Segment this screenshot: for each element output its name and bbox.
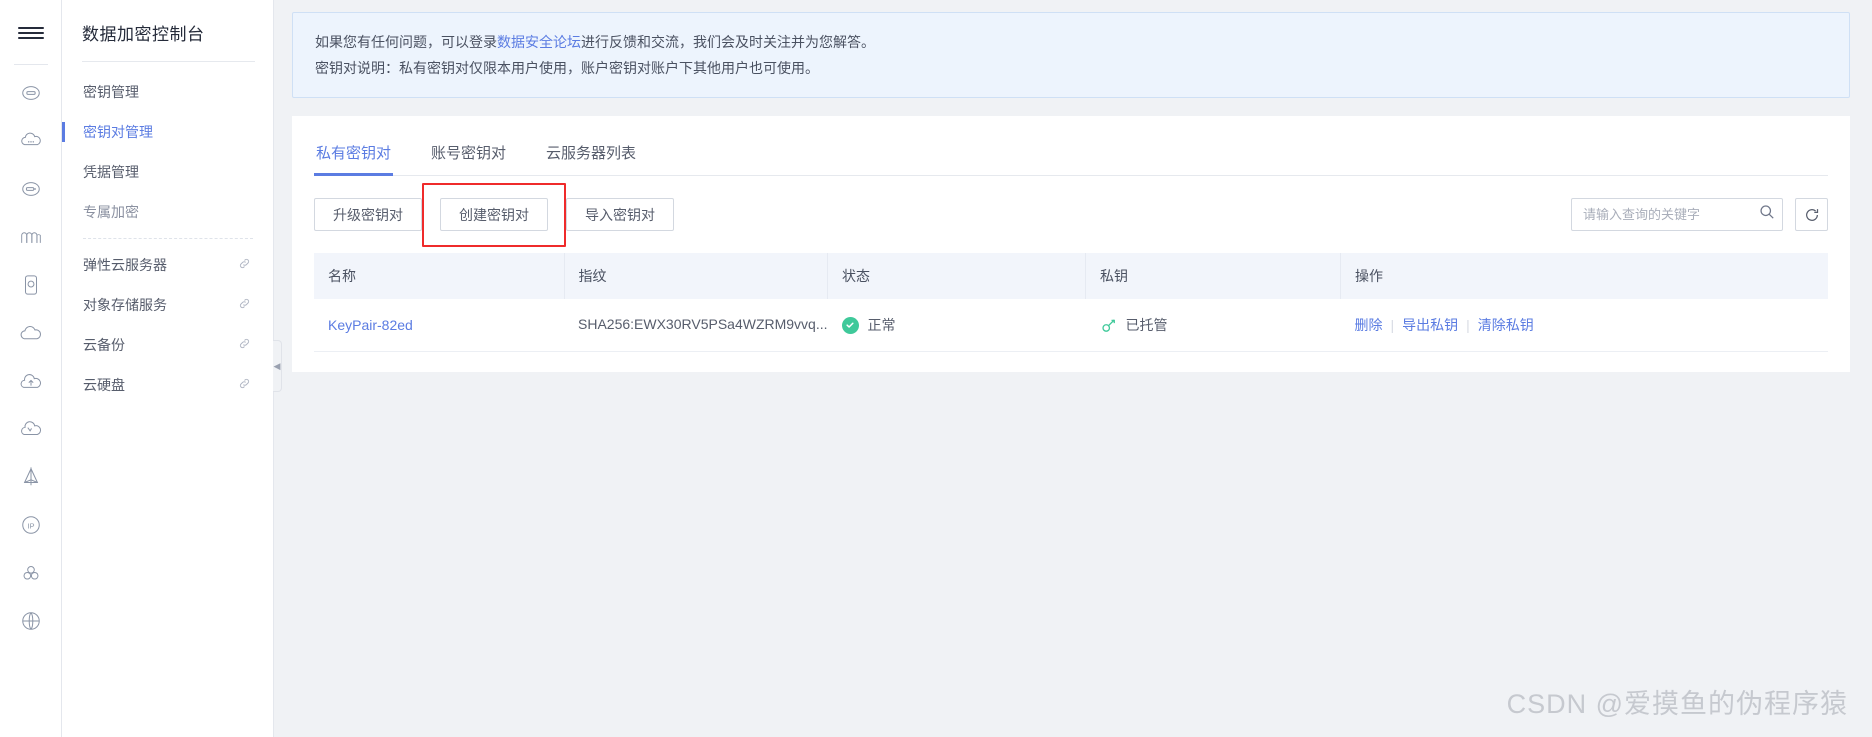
rail-divider	[13, 64, 48, 65]
cloud-arrow-icon[interactable]	[0, 411, 62, 447]
sidebar-item-dedicated-encryption[interactable]: 专属加密	[62, 192, 273, 232]
cell-private-key: 已托管	[1085, 299, 1341, 352]
search-box[interactable]	[1571, 198, 1783, 231]
column-header-status: 状态	[827, 253, 1087, 299]
key-icon	[1100, 317, 1117, 334]
column-header-private-key: 私钥	[1085, 253, 1342, 299]
sidebar-item-keypair-management[interactable]: 密钥对管理	[62, 112, 273, 152]
ip-circle-icon[interactable]: IP	[0, 507, 62, 543]
sidebar-item-label: 云硬盘	[83, 377, 125, 393]
external-link-icon	[238, 337, 251, 353]
action-separator: |	[1390, 317, 1395, 333]
column-header-operations: 操作	[1340, 253, 1828, 299]
sidebar-item-cloud-backup[interactable]: 云备份	[62, 325, 273, 365]
cell-fingerprint: SHA256:EWX30RV5PSa4WZRM9vvq...	[564, 299, 828, 352]
toolbar-right-group	[1571, 198, 1828, 231]
sidebar-item-label: 密钥管理	[83, 84, 139, 100]
device-cloud-icon[interactable]	[0, 267, 62, 303]
tab-private-keypair[interactable]: 私有密钥对	[314, 130, 394, 176]
private-key-text: 已托管	[1125, 317, 1168, 333]
create-keypair-button[interactable]: 创建密钥对	[440, 198, 548, 231]
sidebar-item-cloud-disk[interactable]: 云硬盘	[62, 365, 273, 405]
svg-text:IP: IP	[27, 521, 34, 530]
page-title: 数据加密控制台	[82, 25, 205, 44]
external-link-icon	[238, 377, 251, 393]
waveform-icon[interactable]	[0, 219, 62, 255]
column-header-name: 名称	[314, 253, 565, 299]
content-panel: 私有密钥对 账号密钥对 云服务器列表 升级密钥对 创建密钥对 导入密钥对 请输入…	[292, 116, 1850, 372]
cluster-icon[interactable]	[0, 555, 62, 591]
sidebar-item-label: 密钥对管理	[83, 124, 153, 140]
tab-bar: 私有密钥对 账号密钥对 云服务器列表	[314, 116, 1828, 176]
notice-line-2: 密钥对说明：私有密钥对仅限本用户使用，账户密钥对账户下其他用户也可使用。	[315, 60, 819, 76]
table-header: 名称 指纹 状态 私钥 操作	[314, 253, 1828, 299]
icon-rail: IP	[0, 0, 62, 737]
status-badge: 正常	[841, 315, 1086, 335]
action-clear-private-key[interactable]: 清除私钥	[1478, 317, 1534, 333]
tab-server-list[interactable]: 云服务器列表	[544, 130, 638, 175]
sidebar: 数据加密控制台 密钥管理 密钥对管理 凭据管理 专属加密 弹性云服务器 对象存储…	[62, 0, 282, 737]
main-content: 如果您有任何问题，可以登录数据安全论坛进行反馈和交流，我们会及时关注并为您解答。…	[274, 0, 1872, 737]
hamburger-menu-icon[interactable]	[0, 10, 62, 56]
import-keypair-button[interactable]: 导入密钥对	[566, 198, 674, 231]
cloud-storage-icon[interactable]	[0, 171, 62, 207]
keypair-name-link[interactable]: KeyPair-82ed	[328, 317, 413, 333]
keypair-table: 名称 指纹 状态 私钥 操作 KeyPair-82ed SHA256:EWX30…	[314, 253, 1828, 352]
notice-suffix: 进行反馈和交流，我们会及时关注并为您解答。	[581, 34, 875, 50]
action-delete[interactable]: 删除	[1355, 317, 1383, 333]
private-key-badge: 已托管	[1100, 315, 1341, 335]
sidebar-item-label: 专属加密	[83, 204, 139, 220]
column-header-fingerprint: 指纹	[564, 253, 829, 299]
external-link-icon	[238, 297, 251, 313]
cell-status: 正常	[827, 299, 1086, 352]
cell-operations: 删除 | 导出私钥 | 清除私钥	[1340, 299, 1828, 352]
sidebar-item-label: 凭据管理	[83, 164, 139, 180]
keypair-fingerprint: SHA256:EWX30RV5PSa4WZRM9vvq...	[578, 315, 828, 332]
notice-line-1: 如果您有任何问题，可以登录数据安全论坛进行反馈和交流，我们会及时关注并为您解答。	[315, 29, 1829, 55]
cloud-outline-icon[interactable]	[0, 315, 62, 351]
sidebar-divider	[82, 61, 255, 62]
sidebar-item-key-management[interactable]: 密钥管理	[62, 72, 273, 112]
toolbar: 升级密钥对 创建密钥对 导入密钥对	[314, 176, 1828, 247]
upgrade-keypair-button[interactable]: 升级密钥对	[314, 198, 422, 231]
watermark: CSDN @爱摸鱼的伪程序猿	[1506, 689, 1848, 719]
pyramid-icon[interactable]	[0, 459, 62, 495]
search-input[interactable]	[1583, 207, 1759, 222]
sidebar-item-ecs[interactable]: 弹性云服务器	[62, 245, 273, 285]
cloud-server-icon[interactable]	[0, 75, 62, 111]
table-header-row: 名称 指纹 状态 私钥 操作	[314, 253, 1828, 299]
table-body: KeyPair-82ed SHA256:EWX30RV5PSa4WZRM9vvq…	[314, 299, 1828, 352]
check-circle-icon	[841, 316, 859, 334]
cloud-dots-icon[interactable]	[0, 123, 62, 159]
external-link-icon	[238, 257, 251, 273]
sidebar-dashed-divider	[83, 238, 253, 239]
tab-account-keypair[interactable]: 账号密钥对	[429, 130, 508, 175]
cell-name: KeyPair-82ed	[314, 299, 564, 352]
row-actions: 删除 | 导出私钥 | 清除私钥	[1355, 315, 1828, 335]
sidebar-item-credential-management[interactable]: 凭据管理	[62, 152, 273, 192]
cloud-upload-icon[interactable]	[0, 363, 62, 399]
action-separator: |	[1466, 317, 1470, 333]
refresh-button[interactable]	[1795, 198, 1828, 231]
table-row: KeyPair-82ed SHA256:EWX30RV5PSa4WZRM9vvq…	[314, 299, 1828, 352]
sidebar-item-label: 对象存储服务	[83, 297, 167, 313]
notice-prefix: 如果您有任何问题，可以登录	[315, 34, 497, 50]
sidebar-item-label: 云备份	[83, 337, 125, 353]
sidebar-item-label: 弹性云服务器	[83, 257, 167, 273]
search-icon[interactable]	[1759, 204, 1775, 225]
sidebar-item-obs[interactable]: 对象存储服务	[62, 285, 273, 325]
sidebar-collapse-handle[interactable]: ◀	[273, 340, 282, 392]
create-keypair-button-wrapper: 创建密钥对	[422, 183, 566, 247]
notice-banner: 如果您有任何问题，可以登录数据安全论坛进行反馈和交流，我们会及时关注并为您解答。…	[292, 12, 1850, 98]
app-root: IP 数据加密控制台 密钥管理 密钥对管理 凭据管理 专属加密 弹性云服务器 对…	[0, 0, 1872, 737]
action-export-private-key[interactable]: 导出私钥	[1402, 317, 1458, 333]
globe-web-icon[interactable]	[0, 603, 62, 639]
status-text: 正常	[867, 317, 896, 333]
forum-link[interactable]: 数据安全论坛	[497, 34, 581, 50]
